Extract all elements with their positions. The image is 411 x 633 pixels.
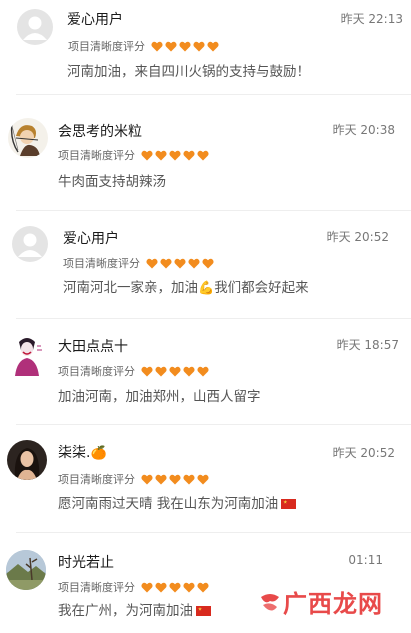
heart-icon	[169, 150, 181, 160]
username[interactable]: 大田点点十	[58, 336, 128, 356]
rating-label: 项目清晰度评分	[58, 581, 135, 594]
heart-icon	[197, 366, 209, 376]
rating-row: 项目清晰度评分	[68, 38, 221, 54]
heart-icon	[141, 150, 153, 160]
comment-item: 柒柒.🍊 昨天 20:52 项目清晰度评分 愿河南雨过天晴 我在山东为河南加油	[0, 430, 411, 530]
heart-icon	[151, 41, 163, 51]
heart-icon	[141, 582, 153, 592]
divider	[16, 210, 411, 211]
comment-item: 大田点点十 昨天 18:57 项目清晰度评分 加油河南，加油郑州，山西人留字	[0, 322, 411, 426]
rating-row: 项目清晰度评分	[58, 363, 211, 379]
heart-icon	[155, 150, 167, 160]
heart-icon	[174, 258, 186, 268]
username[interactable]: 时光若止	[58, 552, 114, 572]
watermark-logo-icon	[261, 594, 279, 611]
rating-row: 项目清晰度评分	[58, 147, 211, 163]
divider	[16, 318, 411, 319]
default-avatar-icon[interactable]	[12, 226, 48, 262]
heart-icon	[207, 41, 219, 51]
rating-label: 项目清晰度评分	[58, 473, 135, 486]
comment-text: 河南河北一家亲，加油💪我们都会好起来	[63, 276, 309, 296]
china-flag-icon	[196, 606, 211, 616]
woman-avatar[interactable]	[7, 440, 47, 480]
rating-label: 项目清晰度评分	[58, 149, 135, 162]
heart-icon	[169, 366, 181, 376]
heart-icon	[197, 582, 209, 592]
timestamp: 昨天 20:38	[332, 123, 395, 137]
rating-hearts	[141, 150, 211, 161]
heart-icon	[169, 582, 181, 592]
comment-text: 加油河南，加油郑州，山西人留字	[58, 389, 261, 405]
watermark: 广西龙网	[283, 590, 383, 618]
default-avatar-icon[interactable]	[17, 9, 53, 45]
comment-text-part: 愿河南雨过天晴 我在山东为河南加油	[58, 496, 279, 512]
landscape-avatar[interactable]	[6, 550, 46, 590]
rating-hearts	[151, 41, 221, 52]
flexed-biceps-icon: 💪	[198, 281, 215, 296]
username[interactable]: 柒柒.🍊	[58, 442, 107, 462]
comment-text-part: 我在广州，为河南加油	[58, 603, 193, 619]
joker-avatar[interactable]	[9, 334, 45, 376]
username[interactable]: 爱心用户	[67, 9, 123, 29]
comment-text: 愿河南雨过天晴 我在山东为河南加油	[58, 492, 297, 512]
heart-icon	[179, 41, 191, 51]
heart-icon	[146, 258, 158, 268]
rating-hearts	[141, 474, 211, 485]
heart-icon	[155, 366, 167, 376]
heart-icon	[183, 366, 195, 376]
comment-item: 会思考的米粒 昨天 20:38 项目清晰度评分 牛肉面支持胡辣汤	[0, 100, 411, 210]
divider	[16, 532, 411, 533]
username[interactable]: 会思考的米粒	[58, 121, 142, 141]
heart-icon	[183, 150, 195, 160]
tangerine-icon: 🍊	[90, 446, 107, 461]
comment-text-part: 河南河北一家亲，加油	[63, 280, 198, 296]
rating-label: 项目清晰度评分	[68, 40, 145, 53]
heart-icon	[155, 582, 167, 592]
comment-item: 爱心用户 昨天 20:52 项目清晰度评分 河南河北一家亲，加油💪我们都会好起来	[0, 215, 411, 320]
heart-icon	[155, 474, 167, 484]
comment-text: 牛肉面支持胡辣汤	[58, 174, 166, 190]
heart-icon	[183, 582, 195, 592]
divider	[16, 424, 411, 425]
rating-label: 项目清晰度评分	[58, 365, 135, 378]
heart-icon	[197, 150, 209, 160]
heart-icon	[188, 258, 200, 268]
comment-text: 河南加油，来自四川火锅的支持与鼓励！	[67, 64, 310, 80]
heart-icon	[197, 474, 209, 484]
username[interactable]: 爱心用户	[63, 228, 119, 248]
archer-avatar[interactable]	[8, 118, 48, 158]
rating-label: 项目清晰度评分	[63, 257, 140, 270]
china-flag-icon	[281, 499, 297, 509]
timestamp: 01:11	[348, 553, 383, 567]
heart-icon	[141, 366, 153, 376]
comment-item: 爱心用户 昨天 22:13 项目清晰度评分 河南加油，来自四川火锅的支持与鼓励！	[0, 0, 411, 100]
heart-icon	[202, 258, 214, 268]
heart-icon	[183, 474, 195, 484]
rating-row: 项目清晰度评分	[63, 255, 216, 271]
divider	[16, 94, 411, 95]
heart-icon	[169, 474, 181, 484]
rating-hearts	[146, 258, 216, 269]
rating-row: 项目清晰度评分	[58, 471, 211, 487]
rating-hearts	[141, 582, 211, 593]
rating-hearts	[141, 366, 211, 377]
timestamp: 昨天 20:52	[332, 446, 395, 460]
comment-text: 我在广州，为河南加油	[58, 599, 211, 619]
heart-icon	[160, 258, 172, 268]
rating-row: 项目清晰度评分	[58, 579, 211, 595]
timestamp: 昨天 22:13	[340, 12, 403, 26]
timestamp: 昨天 20:52	[326, 230, 389, 244]
heart-icon	[165, 41, 177, 51]
heart-icon	[193, 41, 205, 51]
heart-icon	[141, 474, 153, 484]
username-text: 柒柒.	[58, 445, 91, 461]
comment-text-part: 我们都会好起来	[214, 280, 309, 296]
timestamp: 昨天 18:57	[336, 338, 399, 352]
